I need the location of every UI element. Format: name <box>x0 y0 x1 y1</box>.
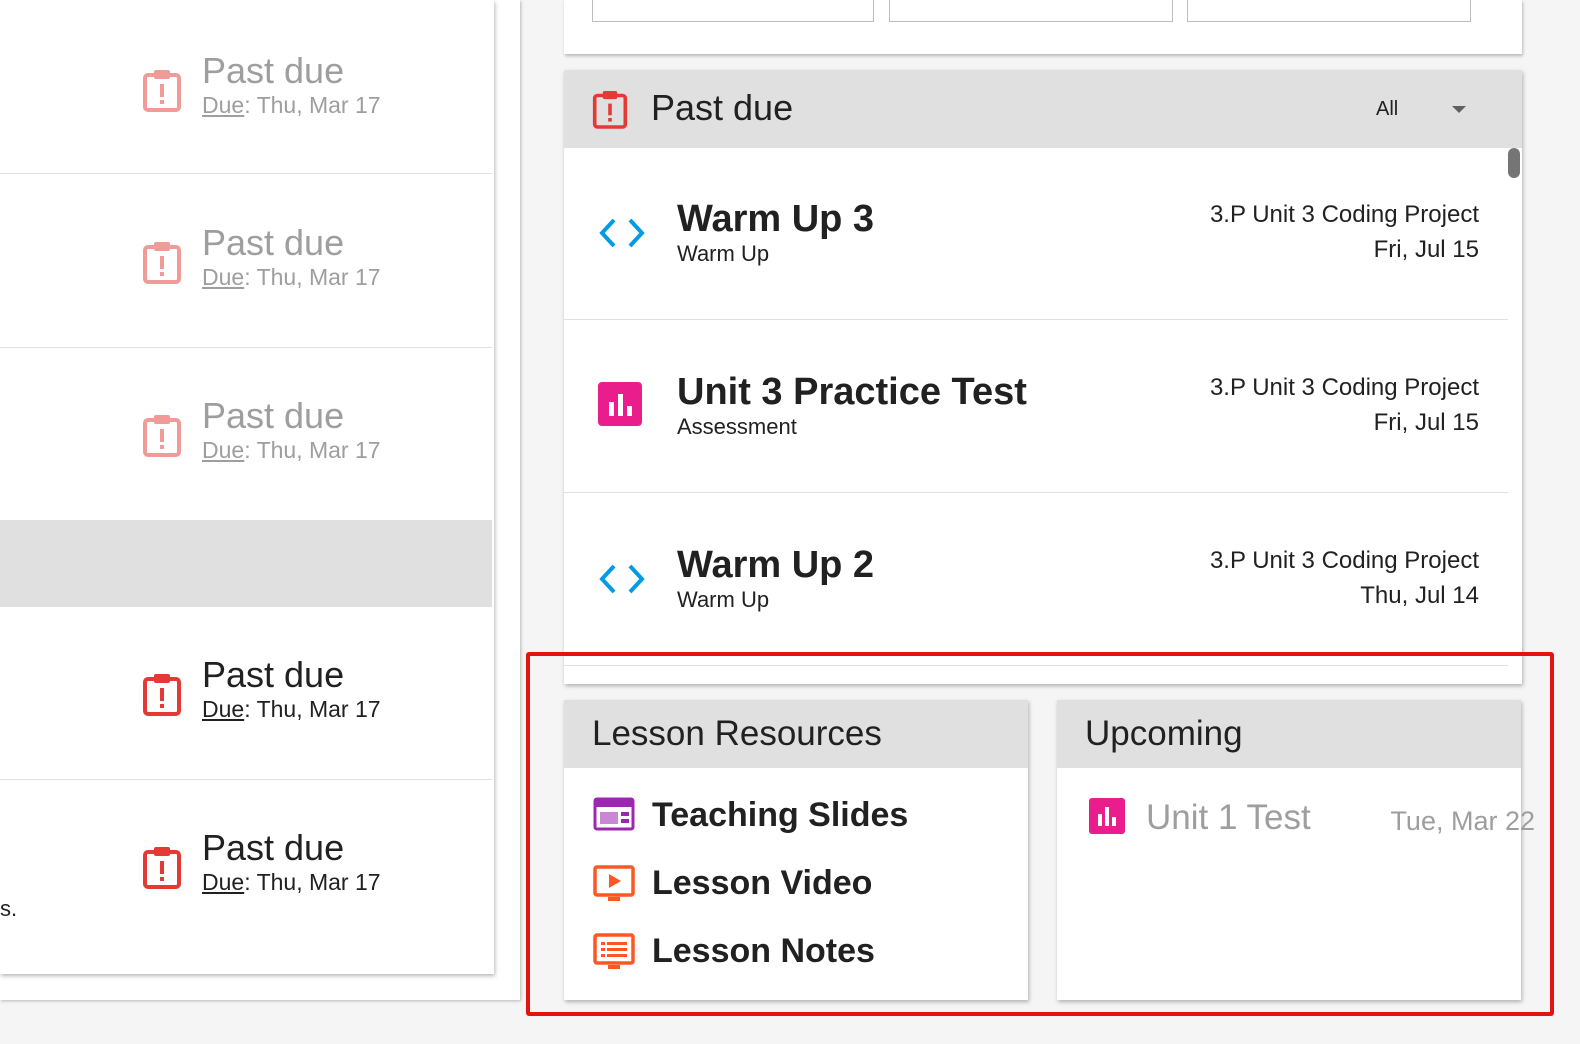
item-title: Past due <box>202 50 345 91</box>
clipboard-alert-icon <box>592 91 628 129</box>
assignment-name: Warm Up 2 <box>677 544 875 586</box>
assignment-type: Warm Up <box>677 241 770 266</box>
filter-dropdown[interactable]: All <box>1376 96 1466 124</box>
clipboard-alert-icon <box>143 242 181 284</box>
upcoming-card: Upcoming Unit 1 Test Tue, Mar 22 <box>1057 700 1535 1000</box>
clipboard-alert-icon <box>143 70 181 112</box>
top-card-remnant <box>564 0 1522 54</box>
stat-box[interactable] <box>1187 0 1471 22</box>
list-item-selected[interactable] <box>0 521 492 607</box>
lesson-video-link[interactable]: Lesson Video <box>592 862 872 904</box>
resource-label: Lesson Notes <box>652 931 875 970</box>
notes-icon <box>593 933 635 969</box>
left-panel: Past due Due: Thu, Mar 17 Past due Due: … <box>0 0 520 1000</box>
assignment-row[interactable]: Unit 3 Practice Test Assessment 3.P Unit… <box>564 321 1508 493</box>
upcoming-item-date: Tue, Mar 22 <box>1390 806 1535 836</box>
upcoming-item[interactable]: Unit 1 Test Tue, Mar 22 <box>1089 798 1535 838</box>
stat-box[interactable] <box>592 0 874 22</box>
item-due-date: Due: Thu, Mar 17 <box>202 869 381 895</box>
assignment-type: Assessment <box>677 414 797 439</box>
assignment-course: 3.P Unit 3 Coding Project <box>1209 374 1479 401</box>
list-item[interactable]: Past due Due: Thu, Mar 17 <box>0 349 492 521</box>
card-title: Lesson Resources <box>564 700 1028 768</box>
item-due-date: Due: Thu, Mar 17 <box>202 696 381 722</box>
teaching-slides-link[interactable]: Teaching Slides <box>592 794 908 836</box>
truncated-text: s. <box>0 896 18 921</box>
assignment-row[interactable]: Warm Up 3 Warm Up 3.P Unit 3 Coding Proj… <box>564 148 1508 320</box>
assignment-name: Warm Up 3 <box>677 198 875 240</box>
item-title: Past due <box>202 654 345 695</box>
item-title: Past due <box>202 222 345 263</box>
slides-icon <box>593 797 635 831</box>
assignment-name: Unit 3 Practice Test <box>677 371 1027 413</box>
resource-label: Lesson Video <box>652 863 873 902</box>
resource-label: Teaching Slides <box>652 795 909 834</box>
list-item[interactable]: Past due Due: Thu, Mar 17 <box>0 781 492 953</box>
assignment-type: Warm Up <box>677 587 770 612</box>
assignment-row[interactable]: Warm Up 2 Warm Up 3.P Unit 3 Coding Proj… <box>564 494 1508 666</box>
scrollbar-thumb[interactable] <box>1508 148 1520 178</box>
code-brackets-icon <box>599 218 645 248</box>
clipboard-alert-icon <box>143 847 181 889</box>
code-brackets-icon <box>599 564 645 594</box>
bar-chart-icon <box>598 382 642 426</box>
item-title: Past due <box>202 395 345 436</box>
assignment-date: Fri, Jul 15 <box>1373 409 1479 436</box>
stat-box[interactable] <box>889 0 1173 22</box>
upcoming-item-label: Unit 1 Test <box>1146 798 1311 837</box>
lesson-notes-link[interactable]: Lesson Notes <box>592 930 875 972</box>
assignment-course: 3.P Unit 3 Coding Project <box>1209 547 1479 574</box>
item-due-date: Due: Thu, Mar 17 <box>202 92 381 118</box>
video-icon <box>593 865 635 901</box>
item-due-date: Due: Thu, Mar 17 <box>202 264 381 290</box>
list-item[interactable]: Past due Due: Thu, Mar 17 <box>0 176 492 348</box>
bar-chart-icon <box>1089 798 1125 834</box>
card-title: Upcoming <box>1057 700 1521 768</box>
lesson-resources-card: Lesson Resources Teaching Slides Lesson … <box>564 700 1028 1000</box>
clipboard-alert-icon <box>143 674 181 716</box>
assignment-date: Thu, Jul 14 <box>1360 582 1479 609</box>
past-due-header: Past due All <box>564 70 1522 148</box>
item-due-date: Due: Thu, Mar 17 <box>202 437 381 463</box>
filter-value: All <box>1376 98 1399 120</box>
chevron-down-icon <box>1452 106 1466 113</box>
past-due-card: Past due All Warm Up 3 Warm Up 3.P Unit … <box>564 70 1522 684</box>
assignment-course: 3.P Unit 3 Coding Project <box>1209 201 1479 228</box>
assignment-date: Fri, Jul 15 <box>1373 236 1479 263</box>
past-due-list-card: Past due Due: Thu, Mar 17 Past due Due: … <box>0 0 494 974</box>
list-item[interactable]: Past due Due: Thu, Mar 17 <box>0 2 492 174</box>
clipboard-alert-icon <box>143 415 181 457</box>
list-item[interactable]: Past due Due: Thu, Mar 17 <box>0 608 492 780</box>
item-title: Past due <box>202 827 345 868</box>
card-title: Past due <box>651 87 794 128</box>
